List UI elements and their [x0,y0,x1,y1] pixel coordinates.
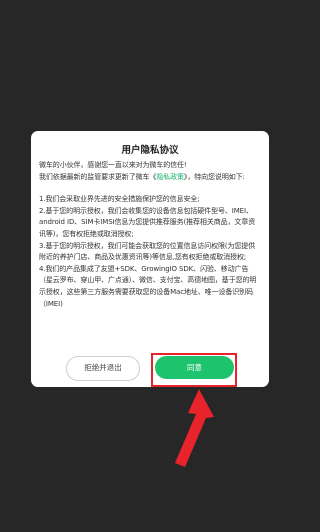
annotation-arrow-icon [175,389,214,467]
